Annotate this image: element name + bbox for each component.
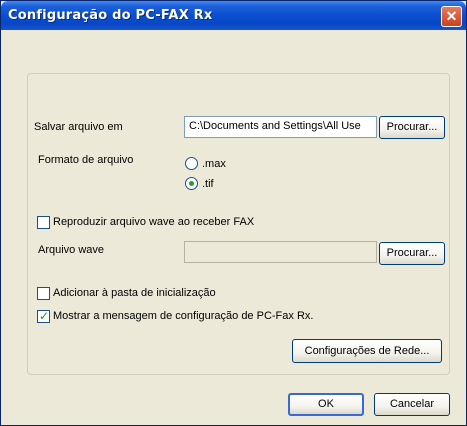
cancel-button[interactable]: Cancelar xyxy=(374,393,450,416)
checkmark-icon: ✓ xyxy=(39,309,50,323)
add-startup-checkbox[interactable] xyxy=(37,287,50,300)
format-max-label: .max xyxy=(202,158,226,170)
ok-button[interactable]: OK xyxy=(288,393,364,416)
file-format-label: Formato de arquivo xyxy=(38,154,134,166)
close-icon: ✕ xyxy=(445,8,458,24)
format-tif-radio[interactable] xyxy=(185,177,198,190)
show-message-checkbox[interactable]: ✓ xyxy=(37,309,50,323)
title-bar[interactable]: Configuração do PC-FAX Rx ✕ xyxy=(1,1,466,30)
wave-file-label: Arquivo wave xyxy=(38,244,105,256)
play-wave-checkbox[interactable] xyxy=(37,216,50,229)
network-settings-button[interactable]: Configurações de Rede... xyxy=(292,339,442,363)
play-wave-label: Reproduzir arquivo wave ao receber FAX xyxy=(53,216,255,228)
wave-file-input[interactable] xyxy=(184,241,377,263)
save-folder-browse-button[interactable]: Procurar... xyxy=(379,116,445,139)
pc-fax-rx-settings-dialog: Configuração do PC-FAX Rx ✕ Salvar arqui… xyxy=(0,0,467,426)
add-startup-label: Adicionar à pasta de inicialização xyxy=(53,287,216,299)
format-max-radio[interactable] xyxy=(185,157,198,170)
close-button[interactable]: ✕ xyxy=(441,6,462,27)
show-message-label: Mostrar a mensagem de configuração de PC… xyxy=(53,310,314,322)
format-tif-label: .tif xyxy=(202,178,214,190)
wave-file-browse-button[interactable]: Procurar... xyxy=(379,242,445,265)
save-folder-label: Salvar arquivo em xyxy=(34,121,123,133)
radio-selected-dot xyxy=(189,181,194,186)
window-title: Configuração do PC-FAX Rx xyxy=(8,8,213,23)
save-folder-input[interactable]: C:\Documents and Settings\All Use xyxy=(184,116,377,138)
